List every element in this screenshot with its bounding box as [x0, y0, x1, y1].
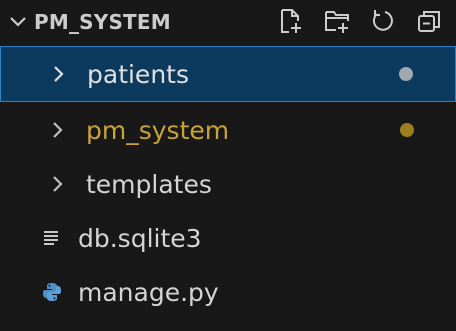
new-file-icon[interactable] — [276, 6, 306, 36]
tree-item-pm-system[interactable]: pm_system — [0, 102, 456, 158]
tree-item-label: templates — [86, 169, 212, 199]
explorer-actions — [276, 6, 444, 36]
tree-item-label: pm_system — [86, 115, 230, 145]
workspace-title: PM_SYSTEM — [34, 10, 171, 34]
tree-item-label: patients — [87, 59, 189, 89]
tree-item-db-sqlite3[interactable]: db.sqlite3 — [0, 210, 456, 266]
explorer-section-header[interactable]: PM_SYSTEM — [0, 0, 456, 44]
tree-item-templates[interactable]: templates — [0, 156, 456, 212]
chevron-right-icon[interactable] — [49, 64, 69, 84]
tree-item-manage-py[interactable]: manage.py — [0, 264, 456, 320]
modified-dot-icon — [399, 67, 413, 81]
new-folder-icon[interactable] — [322, 6, 352, 36]
text-file-icon — [40, 226, 64, 250]
python-icon — [40, 280, 64, 304]
refresh-icon[interactable] — [368, 6, 398, 36]
modified-dot-icon — [400, 123, 414, 137]
tree-item-label: db.sqlite3 — [78, 223, 202, 253]
chevron-down-icon[interactable] — [8, 12, 28, 32]
chevron-right-icon[interactable] — [48, 120, 68, 140]
collapse-all-icon[interactable] — [414, 6, 444, 36]
explorer-panel: PM_SYSTEM patients pm_system templates d… — [0, 0, 456, 331]
tree-item-patients[interactable]: patients — [0, 46, 456, 102]
tree-item-label: manage.py — [78, 277, 219, 307]
chevron-right-icon[interactable] — [48, 174, 68, 194]
